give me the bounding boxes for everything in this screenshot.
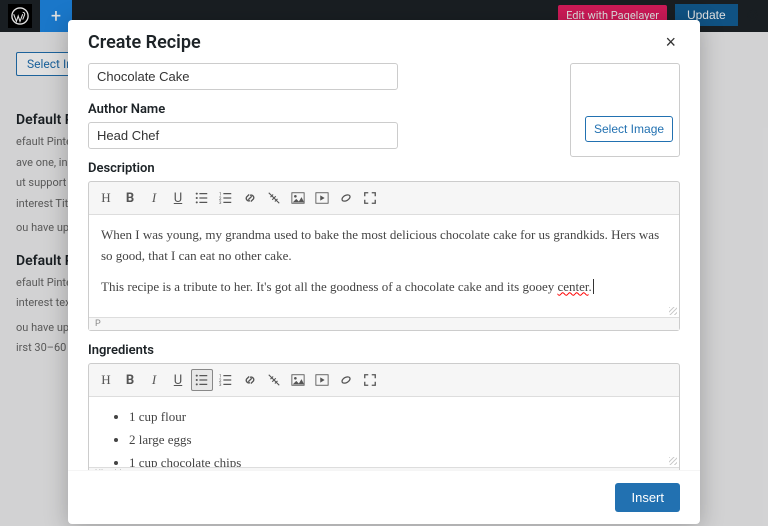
ingredients-label: Ingredients <box>88 343 680 358</box>
numbered-list-icon[interactable]: 123 <box>215 187 237 209</box>
create-recipe-modal: Create Recipe × Author Name Select Image <box>68 20 700 524</box>
bullet-list-icon[interactable] <box>191 187 213 209</box>
description-paragraph: This recipe is a tribute to her. It's go… <box>101 277 667 298</box>
bold-icon[interactable]: B <box>119 369 141 391</box>
bold-icon[interactable]: B <box>119 187 141 209</box>
resize-handle-icon[interactable] <box>669 307 677 315</box>
video-icon[interactable] <box>311 187 333 209</box>
attachment-icon[interactable] <box>335 369 357 391</box>
bullet-list-icon[interactable] <box>191 369 213 391</box>
underline-icon[interactable]: U <box>167 369 189 391</box>
ingredient-item: 2 large eggs <box>129 430 667 451</box>
ingredients-status-path: UL » LI <box>89 467 679 470</box>
image-icon[interactable] <box>287 369 309 391</box>
unlink-icon[interactable] <box>263 187 285 209</box>
author-name-label: Author Name <box>88 102 398 117</box>
underline-icon[interactable]: U <box>167 187 189 209</box>
description-content[interactable]: When I was young, my grandma used to bak… <box>89 215 679 317</box>
author-name-input[interactable] <box>88 122 398 149</box>
heading-icon[interactable]: H <box>95 187 117 209</box>
numbered-list-icon[interactable]: 123 <box>215 369 237 391</box>
description-editor: H B I U 123 When I was youn <box>88 181 680 331</box>
fullscreen-icon[interactable] <box>359 369 381 391</box>
modal-overlay: Create Recipe × Author Name Select Image <box>0 0 768 526</box>
svg-text:3: 3 <box>219 201 222 205</box>
italic-icon[interactable]: I <box>143 187 165 209</box>
ingredient-item: 1 cup chocolate chips <box>129 453 667 467</box>
ingredients-toolbar: H B I U 123 <box>89 364 679 397</box>
ingredients-editor: H B I U 123 <box>88 363 680 470</box>
modal-title: Create Recipe <box>88 32 201 53</box>
recipe-name-input[interactable] <box>88 63 398 90</box>
link-icon[interactable] <box>239 187 261 209</box>
image-icon[interactable] <box>287 187 309 209</box>
image-placeholder-box: Select Image <box>570 63 680 157</box>
link-icon[interactable] <box>239 369 261 391</box>
description-paragraph: When I was young, my grandma used to bak… <box>101 225 667 267</box>
svg-text:3: 3 <box>219 384 222 388</box>
fullscreen-icon[interactable] <box>359 187 381 209</box>
description-status-path: P <box>89 317 679 330</box>
resize-handle-icon[interactable] <box>669 457 677 465</box>
heading-icon[interactable]: H <box>95 369 117 391</box>
italic-icon[interactable]: I <box>143 369 165 391</box>
description-toolbar: H B I U 123 <box>89 182 679 215</box>
video-icon[interactable] <box>311 369 333 391</box>
modal-body: Author Name Select Image Description H B… <box>68 63 700 470</box>
ingredient-item: 1 cup flour <box>129 407 667 428</box>
attachment-icon[interactable] <box>335 187 357 209</box>
description-label: Description <box>88 161 680 176</box>
close-button[interactable]: × <box>661 32 680 53</box>
unlink-icon[interactable] <box>263 369 285 391</box>
select-image-button[interactable]: Select Image <box>585 116 673 142</box>
insert-button[interactable]: Insert <box>615 483 680 512</box>
ingredients-content[interactable]: 1 cup flour 2 large eggs 1 cup chocolate… <box>89 397 679 467</box>
